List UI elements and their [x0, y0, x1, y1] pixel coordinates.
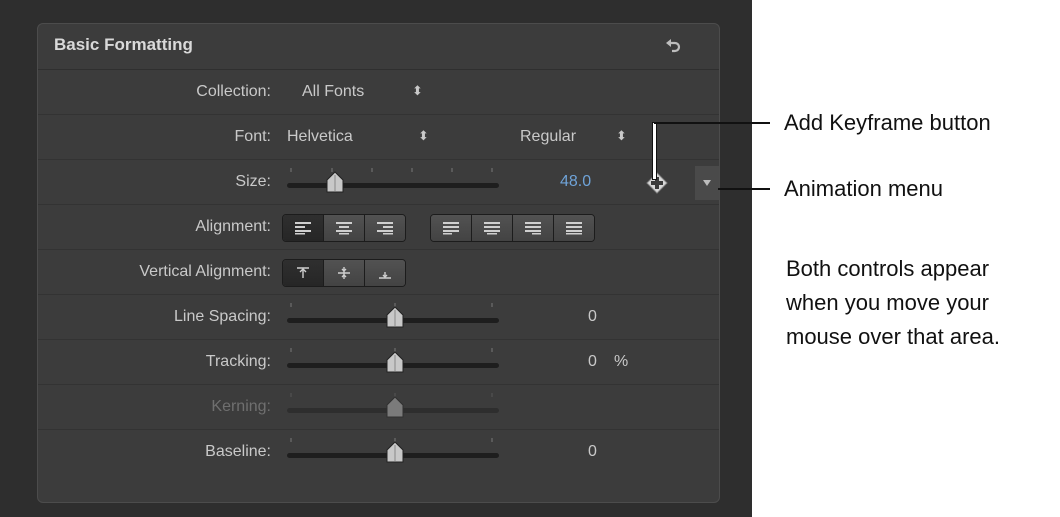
line-spacing-value[interactable]: 0	[588, 308, 597, 326]
size-value[interactable]: 48.0	[560, 173, 591, 191]
line-spacing-slider[interactable]	[287, 301, 499, 333]
collection-row: Collection: All Fonts ⬍	[38, 70, 719, 115]
alignment-segmented-control	[282, 214, 406, 242]
baseline-label: Baseline:	[205, 443, 271, 460]
animation-callout-line	[718, 188, 770, 190]
align-bottom-icon[interactable]	[365, 260, 405, 286]
note-line-3: mouse over that area.	[786, 324, 1001, 349]
keyframe-callout-label: Add Keyframe button	[784, 110, 991, 135]
justify-full-icon[interactable]	[554, 215, 594, 241]
tracking-value[interactable]: 0	[588, 353, 597, 371]
vertical-alignment-label: Vertical Alignment:	[139, 263, 271, 280]
keyframe-callout-line-horizontal	[654, 122, 770, 124]
justify-center-icon[interactable]	[472, 215, 513, 241]
line-spacing-row: Line Spacing: 0	[38, 295, 719, 340]
panel-header[interactable]: Basic Formatting	[38, 24, 719, 70]
align-right-icon[interactable]	[365, 215, 405, 241]
vertical-alignment-row: Vertical Alignment:	[38, 250, 719, 295]
vertical-alignment-segmented-control	[282, 259, 406, 287]
up-down-arrows-icon: ⬍	[418, 128, 429, 143]
alignment-label: Alignment:	[195, 218, 271, 235]
hover-note: Both controls appear when you move your …	[786, 252, 1060, 354]
note-line-1: Both controls appear	[786, 256, 990, 281]
align-left-icon[interactable]	[283, 215, 324, 241]
kerning-label: Kerning:	[211, 398, 271, 415]
tracking-row: Tracking: 0 %	[38, 340, 719, 385]
font-row: Font: Helvetica ⬍ Regular ⬍	[38, 115, 719, 160]
tracking-slider[interactable]	[287, 346, 499, 378]
collection-popup[interactable]: All Fonts	[302, 83, 364, 101]
reset-icon[interactable]	[664, 37, 682, 55]
tracking-label: Tracking:	[205, 353, 271, 370]
text-inspector: Basic Formatting Collection: All Fonts ⬍…	[0, 0, 752, 517]
slider-knob	[326, 171, 344, 193]
font-label: Font:	[234, 128, 271, 145]
line-spacing-label: Line Spacing:	[174, 308, 271, 325]
justify-right-icon[interactable]	[513, 215, 554, 241]
baseline-row: Baseline: 0	[38, 430, 719, 474]
up-down-arrows-icon: ⬍	[412, 83, 423, 98]
add-keyframe-icon[interactable]	[646, 172, 668, 194]
justify-left-icon[interactable]	[431, 215, 472, 241]
size-label: Size:	[235, 173, 271, 190]
animation-menu-button[interactable]	[695, 166, 719, 200]
font-style-popup[interactable]: Regular	[520, 128, 576, 146]
baseline-value[interactable]: 0	[588, 443, 597, 461]
justify-segmented-control	[430, 214, 595, 242]
align-middle-icon[interactable]	[324, 260, 365, 286]
kerning-slider	[287, 391, 499, 423]
alignment-row: Alignment:	[38, 205, 719, 250]
align-center-icon[interactable]	[324, 215, 365, 241]
animation-callout-label: Animation menu	[784, 176, 943, 201]
size-row: Size: 48.0	[38, 160, 719, 205]
animation-menu-icon	[703, 180, 711, 186]
kerning-row: Kerning:	[38, 385, 719, 430]
up-down-arrows-icon: ⬍	[616, 128, 627, 143]
baseline-slider[interactable]	[287, 436, 499, 468]
font-family-popup[interactable]: Helvetica	[287, 128, 353, 146]
tracking-unit: %	[614, 353, 629, 370]
basic-formatting-panel: Basic Formatting Collection: All Fonts ⬍…	[37, 23, 720, 503]
align-top-icon[interactable]	[283, 260, 324, 286]
panel-title: Basic Formatting	[54, 35, 193, 54]
note-line-2: when you move your	[786, 290, 989, 315]
collection-label: Collection:	[196, 83, 271, 100]
size-slider[interactable]	[287, 166, 499, 198]
keyframe-callout-line-vertical	[652, 122, 657, 180]
